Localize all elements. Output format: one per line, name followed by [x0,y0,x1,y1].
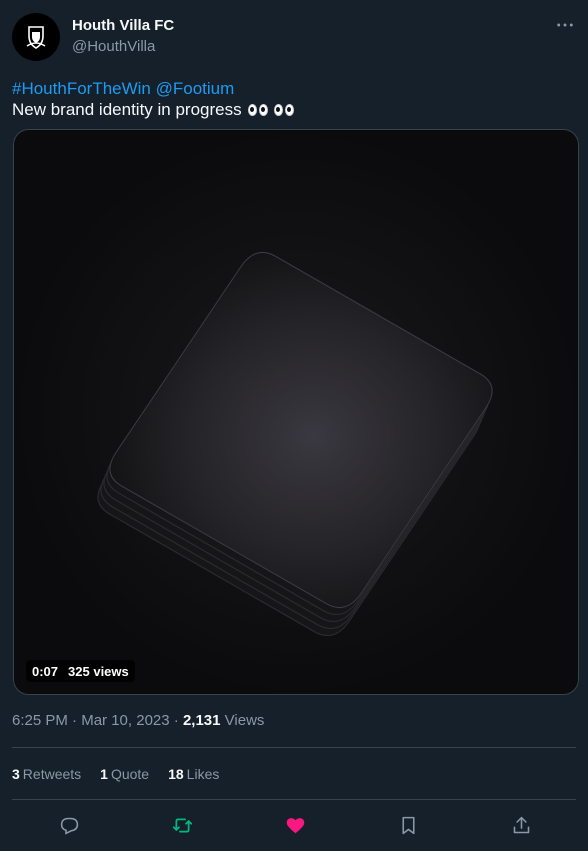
video-duration: 0:07 [32,663,59,679]
retweets-stat[interactable]: 3 Retweets [12,766,81,782]
tweet: Houth Villa FC @HouthVilla #HouthForTheW… [0,0,588,851]
divider [12,747,576,748]
club-crest-icon [26,26,46,49]
tweet-time[interactable]: 6:25 PM [12,712,68,729]
video-player[interactable]: 0:07 325 views [13,129,579,695]
quotes-label: Quote [110,766,150,782]
retweets-label: Retweets [22,766,82,782]
more-icon[interactable] [554,14,576,36]
divider [12,799,576,800]
engagement-stats: 3 Retweets 1 Quote 18 Likes [12,766,219,782]
views-label: Views [224,712,265,729]
mention-link[interactable]: @Footium [156,79,235,98]
handle[interactable]: @HouthVilla [72,37,174,56]
video-views: 325 views [68,663,129,679]
action-bar [0,812,588,838]
meta-separator: · [72,712,78,729]
quotes-stat[interactable]: 1 Quote [100,766,149,782]
heart-icon[interactable] [282,812,308,838]
hashtag-link[interactable]: #HouthForTheWin [12,79,151,98]
likes-label: Likes [186,766,220,782]
avatar[interactable] [12,13,60,61]
tweet-body: New brand identity in progress [12,100,242,119]
tweet-text: #HouthForTheWin @Footium New brand ident… [12,78,294,120]
eyes-emoji-icon [273,103,294,116]
share-icon[interactable] [508,812,534,838]
quotes-count: 1 [100,766,108,782]
meta-separator: · [173,712,179,729]
bookmark-icon[interactable] [395,812,421,838]
author-block: Houth Villa FC @HouthVilla [72,16,174,56]
tweet-meta: 6:25 PM · Mar 10, 2023 · 2,131 Views [12,712,264,729]
eyes-emoji-icon [247,103,268,116]
likes-count: 18 [168,766,184,782]
video-badge: 0:07 325 views [26,660,135,682]
likes-stat[interactable]: 18 Likes [168,766,219,782]
retweet-icon[interactable] [169,812,195,838]
retweets-count: 3 [12,766,20,782]
reply-icon[interactable] [56,812,82,838]
tweet-date[interactable]: Mar 10, 2023 [81,712,169,729]
video-frame [14,130,578,694]
display-name[interactable]: Houth Villa FC [72,16,174,35]
view-count: 2,131 [182,712,221,729]
